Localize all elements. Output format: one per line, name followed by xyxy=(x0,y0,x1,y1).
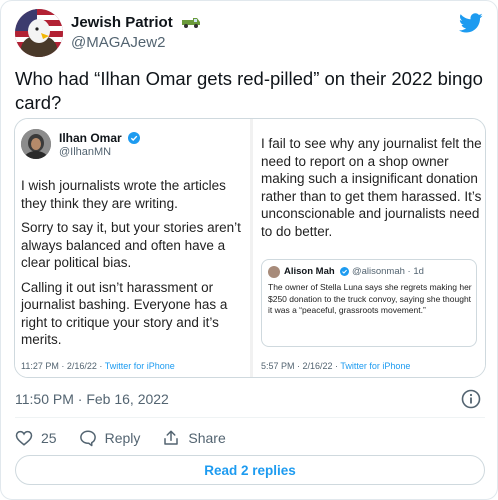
ilhan-omar-name-text: Ilhan Omar xyxy=(59,131,122,145)
verified-badge-icon xyxy=(128,132,141,147)
ilhan-omar-tweet-body: I wish journalists wrote the articles th… xyxy=(21,177,246,356)
paragraph: Calling it out isn’t harassment or journ… xyxy=(21,279,228,348)
paragraph: I wish journalists wrote the articles th… xyxy=(21,178,226,211)
source-label: Twitter for iPhone xyxy=(104,361,175,371)
screenshot-ilhan-omar-tweet: Ilhan Omar @IlhanMN I wish journalists w… xyxy=(15,119,250,377)
reply-button[interactable]: Reply xyxy=(79,429,141,447)
tweet-card: Jewish Patriot @MAGAJew2 Who had “Ilhan … xyxy=(0,0,498,500)
author-name-text: Jewish Patriot xyxy=(71,14,173,31)
quoted-tweet-header: Alison Mah @alisonmah · 1d xyxy=(284,266,424,279)
like-button[interactable]: 25 xyxy=(15,429,57,447)
ilhan-omar-tweet-time: 11:27 PM · 2/16/22 · Twitter for iPhone xyxy=(21,361,175,371)
share-button[interactable]: Share xyxy=(162,429,226,447)
quoted-author-handle: @alisonmah · 1d xyxy=(351,266,424,277)
info-icon[interactable] xyxy=(461,389,481,409)
quoted-tweet: Alison Mah @alisonmah · 1d The owner of … xyxy=(261,259,477,347)
eagle-flag-avatar-image xyxy=(15,9,63,57)
avatar[interactable] xyxy=(15,9,63,57)
source-label: Twitter for iPhone xyxy=(340,361,411,371)
time-text: 5:57 PM · 2/16/22 · xyxy=(261,361,341,371)
heart-icon xyxy=(15,430,33,446)
read-replies-button[interactable]: Read 2 replies xyxy=(15,455,485,485)
ilhan-omar-handle: @IlhanMN xyxy=(59,146,112,158)
quoted-tweet-text: The owner of Stella Luna says she regret… xyxy=(268,282,472,315)
share-arrow-icon xyxy=(164,430,179,445)
share-label: Share xyxy=(188,430,226,446)
tweet-media-image[interactable]: Ilhan Omar @IlhanMN I wish journalists w… xyxy=(14,118,486,378)
like-count: 25 xyxy=(41,430,57,446)
paragraph: Sorry to say it, but your stories aren’t… xyxy=(21,220,241,270)
speech-bubble-icon xyxy=(79,430,96,447)
reply-tweet-body: I fail to see why any journalist felt th… xyxy=(261,136,482,239)
time-text: 11:27 PM · 2/16/22 · xyxy=(21,361,105,371)
author-handle[interactable]: @MAGAJew2 xyxy=(71,34,165,51)
quoted-author-name: Alison Mah xyxy=(284,266,335,277)
divider xyxy=(15,417,485,418)
tweet-actions: 25 Reply Share xyxy=(15,426,248,450)
ilhan-omar-avatar xyxy=(21,129,51,159)
screenshot-reply-tweet: I fail to see why any journalist felt th… xyxy=(253,119,485,377)
twitter-bird-icon[interactable] xyxy=(458,11,483,35)
verified-badge-icon xyxy=(340,267,350,279)
tweet-text: Who had “Ilhan Omar gets red-pilled” on … xyxy=(15,68,483,113)
reply-label: Reply xyxy=(104,430,141,446)
tweet-timestamp[interactable]: 11:50 PM · Feb 16, 2022 xyxy=(15,391,169,407)
ilhan-omar-name: Ilhan Omar xyxy=(59,131,141,147)
author-name[interactable]: Jewish Patriot xyxy=(71,14,201,33)
pickup-truck-icon xyxy=(181,15,201,33)
reply-tweet-time: 5:57 PM · 2/16/22 · Twitter for iPhone xyxy=(261,361,410,371)
alison-mah-avatar xyxy=(268,266,280,278)
